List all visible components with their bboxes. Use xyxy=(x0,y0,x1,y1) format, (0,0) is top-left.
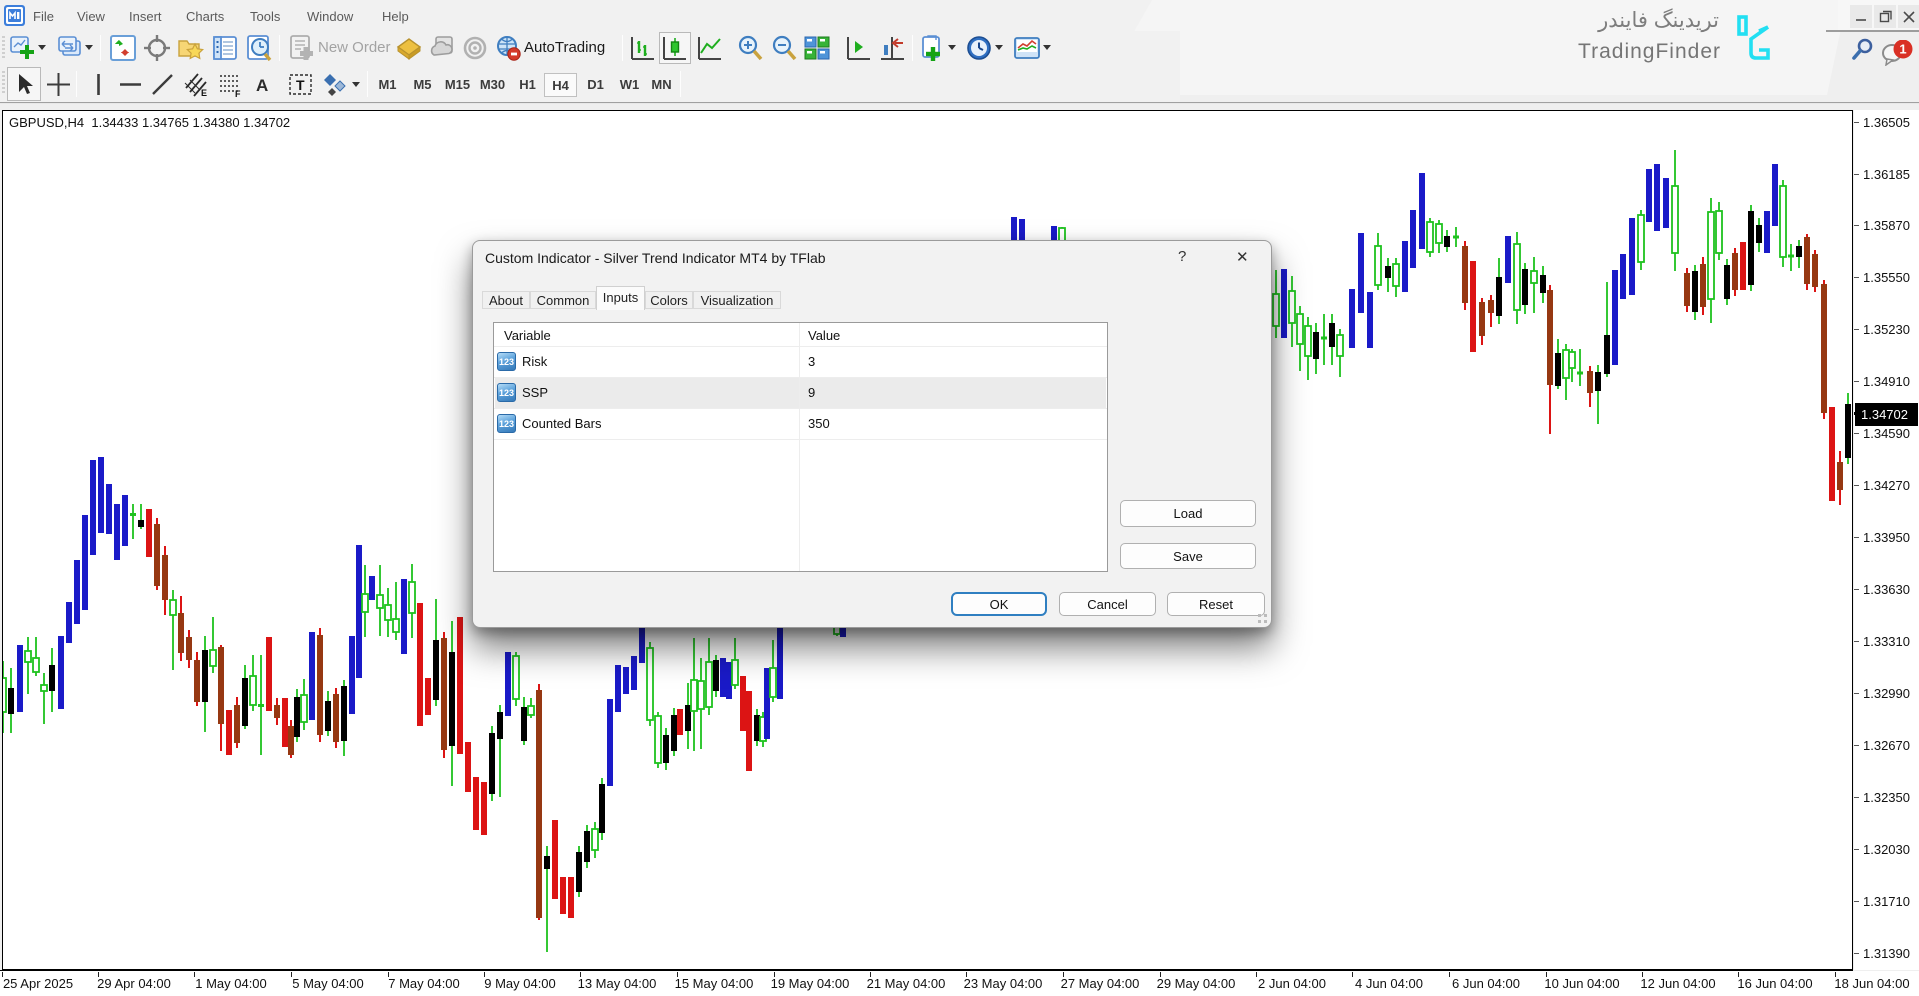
svg-text:F: F xyxy=(235,89,241,97)
svg-text:T: T xyxy=(296,77,305,93)
svg-text:E: E xyxy=(201,88,207,97)
